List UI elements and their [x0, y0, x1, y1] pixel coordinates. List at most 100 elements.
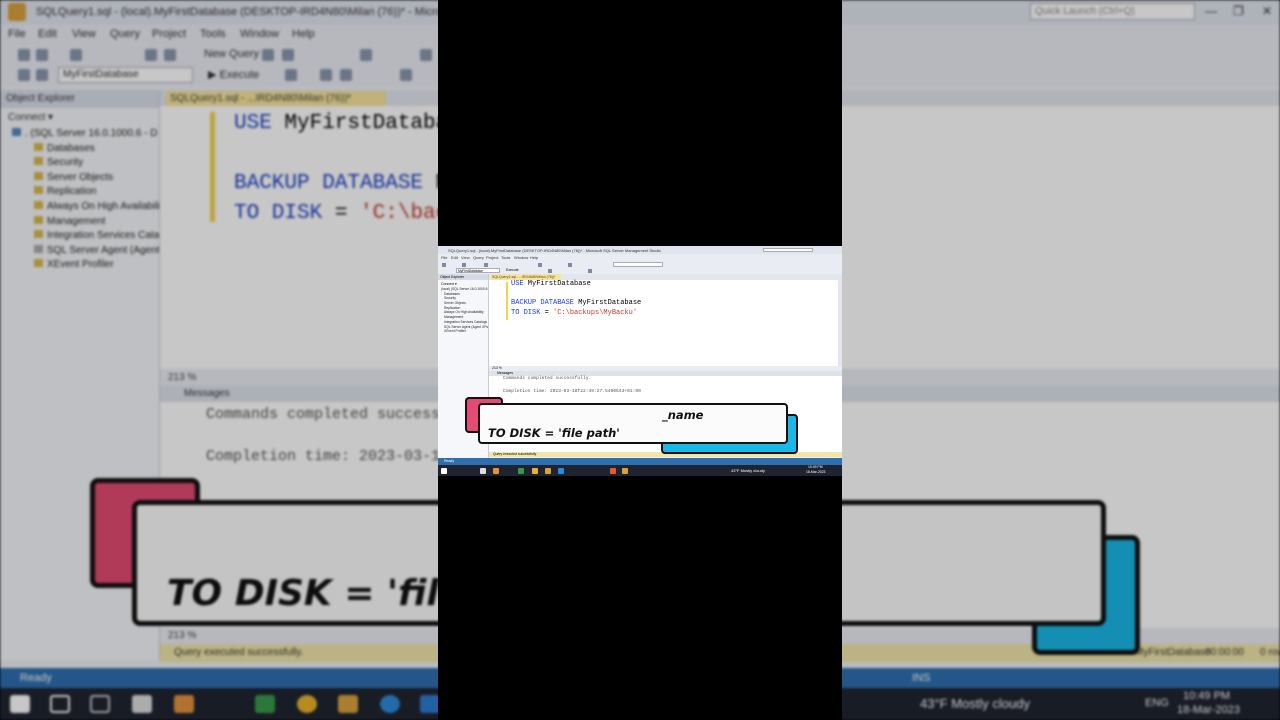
explorer-icon[interactable] [545, 467, 551, 474]
execute-button[interactable]: Execute [506, 268, 519, 272]
save-icon[interactable] [145, 49, 157, 61]
menu-view[interactable]: View [72, 28, 96, 40]
tree-server-node[interactable]: (local) (SQL Server 16.0.1000.6 - DESKTO… [438, 287, 488, 292]
message-line: Completion time: 2023-03-18T22:49:27.549… [503, 389, 641, 394]
menu-window[interactable]: Window [240, 28, 279, 40]
search-icon[interactable] [50, 695, 70, 713]
menu-edit[interactable]: Edit [38, 28, 57, 40]
terminal-icon[interactable] [132, 695, 152, 713]
query-editor[interactable]: USE MyFirstDatabase BACKUP DATABASE MyFi… [489, 280, 842, 366]
results-grid-icon[interactable] [588, 269, 592, 273]
clock-date[interactable]: 18-Mar-2023 [1177, 704, 1240, 716]
app-icon[interactable] [174, 695, 194, 713]
menu-help[interactable]: Help [292, 28, 315, 40]
menu-file[interactable]: File [8, 28, 26, 40]
edge-icon[interactable] [380, 695, 400, 713]
menu-tools[interactable]: Tools [200, 28, 226, 40]
caption-name-fragment: _name [662, 408, 704, 422]
menu-window[interactable]: Window [514, 255, 528, 260]
app-icon[interactable] [622, 467, 628, 474]
clock-date[interactable]: 18-Mar-2023 [806, 470, 825, 474]
menu-project[interactable]: Project [486, 255, 498, 260]
window-title: SQLQuery1.sql - (local).MyFirstDatabase … [448, 248, 661, 253]
code-line-backup: BACKUP DATABASE MyFirstDatabase [511, 299, 642, 307]
weather-widget[interactable]: 43°F Mostly cloudy [920, 696, 1030, 711]
folder-icon [34, 171, 43, 180]
parse-icon[interactable] [285, 69, 297, 81]
status-rows: 0 rows [1260, 647, 1280, 658]
tab-sqlquery1[interactable]: SQLQuery1.sql - ...IRD4N80\Milan (76))* [166, 91, 386, 106]
tree-node[interactable]: XEvent Profiler [0, 259, 159, 274]
back-icon[interactable] [18, 49, 30, 61]
forward-icon[interactable] [36, 49, 48, 61]
language-indicator[interactable]: ENG [1145, 697, 1169, 709]
tree-node[interactable]: Server Objects [0, 171, 159, 187]
maximize-button[interactable]: ❐ [1233, 4, 1244, 18]
comment-icon[interactable] [400, 69, 412, 81]
execute-button[interactable]: ▶ Execute [208, 68, 259, 81]
vscode-icon[interactable] [420, 695, 440, 713]
task-view-icon[interactable] [90, 695, 110, 713]
menu-project[interactable]: Project [152, 28, 186, 40]
tree-node[interactable]: Always On High Availability [0, 200, 159, 216]
menu-view[interactable]: View [461, 255, 470, 260]
app-icon[interactable] [255, 695, 275, 713]
connect-icon[interactable] [18, 69, 30, 81]
tree-node[interactable]: XEvent Profiler [438, 329, 488, 334]
tree-node[interactable]: Security [0, 157, 159, 172]
connect-button[interactable]: Connect ▾ [0, 108, 159, 128]
minimize-button[interactable]: — [1205, 4, 1217, 18]
clock-time[interactable]: 10:49 PM [1183, 690, 1230, 702]
tree-node[interactable]: Management [0, 215, 159, 231]
weather-widget[interactable]: 43°F Mostly cloudy [731, 468, 765, 473]
connect-button[interactable]: Connect ▾ [438, 280, 488, 287]
save-all-icon[interactable] [164, 49, 176, 61]
menu-help[interactable]: Help [530, 255, 538, 260]
code-line-to-disk: TO DISK = 'C:\backups\MyBacku' [511, 309, 638, 317]
tree-server-node[interactable]: . (SQL Server 16.0.1000.6 - D [0, 128, 159, 143]
menu-tools[interactable]: Tools [501, 255, 510, 260]
parse-icon[interactable] [548, 269, 552, 273]
query-type-icon[interactable] [262, 49, 274, 61]
folder-icon [34, 200, 43, 209]
ssms-logo-icon [8, 3, 26, 21]
tree-node[interactable]: SQL Server Agent (Agent XPs disabled) [0, 244, 159, 260]
quick-launch-input[interactable] [763, 247, 813, 252]
terminal-icon[interactable] [480, 467, 486, 474]
vertical-scrollbar[interactable] [838, 280, 842, 366]
menu-query[interactable]: Query [473, 255, 484, 260]
query-type-icon[interactable] [282, 49, 294, 61]
clock-time[interactable]: 10:49 PM [808, 465, 823, 469]
undo-icon[interactable] [420, 49, 432, 61]
chrome-icon[interactable] [297, 695, 317, 713]
menu-edit[interactable]: Edit [451, 255, 458, 260]
folder-icon [34, 142, 43, 151]
app-icon[interactable] [518, 467, 524, 474]
start-icon[interactable] [10, 695, 30, 713]
results-text-icon[interactable] [340, 69, 352, 81]
tree-node[interactable]: Integration Services Catalogs [0, 230, 159, 245]
new-query-button[interactable]: New Query [204, 48, 259, 60]
tree-node[interactable]: Databases [0, 142, 159, 158]
cut-icon[interactable] [360, 49, 372, 61]
explorer-icon[interactable] [338, 695, 358, 713]
results-grid-icon[interactable] [320, 69, 332, 81]
menu-query[interactable]: Query [110, 28, 140, 40]
start-icon[interactable] [441, 467, 447, 474]
status-time: 00:00:00 [1205, 647, 1244, 658]
change-connection-icon[interactable] [36, 69, 48, 81]
tree-node[interactable]: Integration Services Catalogs [438, 320, 488, 325]
tree-node[interactable]: Replication [0, 186, 159, 201]
chrome-icon[interactable] [532, 467, 538, 474]
change-marker [506, 282, 508, 320]
recording-icon[interactable] [610, 467, 616, 474]
database-selector[interactable]: MyFirstDatabase [58, 67, 193, 83]
menu-file[interactable]: File [441, 255, 447, 260]
database-selector[interactable]: MyFirstDatabase [456, 268, 500, 273]
folder-icon [34, 259, 43, 268]
close-button[interactable]: ✕ [1262, 4, 1272, 18]
new-icon[interactable] [70, 49, 82, 61]
edge-icon[interactable] [558, 467, 564, 474]
quick-launch-input[interactable]: Quick Launch (Ctrl+Q) [1030, 3, 1195, 20]
app-icon[interactable] [493, 467, 499, 474]
